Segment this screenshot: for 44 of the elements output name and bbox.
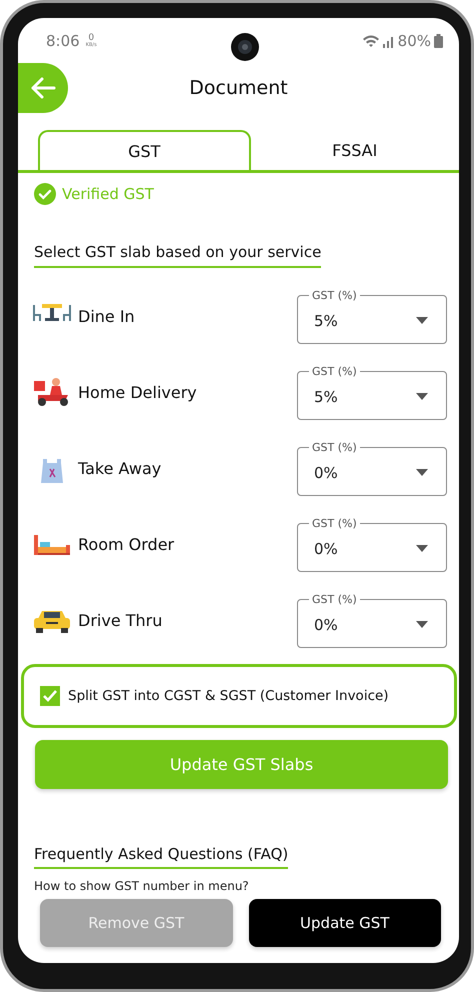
dropdown-label: GST (%) bbox=[311, 440, 358, 454]
dropdown-caret-icon bbox=[416, 393, 428, 400]
back-arrow-icon bbox=[30, 77, 56, 99]
update-button[interactable]: Update GST bbox=[248, 899, 441, 947]
dropdown-label: GST (%) bbox=[311, 288, 358, 302]
dropdown-caret-icon bbox=[416, 545, 428, 552]
service-name: Take Away bbox=[78, 458, 162, 478]
gst-dropdown[interactable]: GST (%) 0% bbox=[297, 440, 447, 496]
checkbox[interactable] bbox=[40, 686, 60, 706]
section-heading: Select GST slab based on your service bbox=[34, 243, 322, 268]
dropdown-value: 5% bbox=[314, 388, 339, 406]
battery-icon bbox=[434, 34, 443, 48]
verified-label: Verified GST bbox=[62, 185, 154, 203]
dropdown-caret-icon bbox=[416, 469, 428, 476]
service-name: Room Order bbox=[78, 534, 176, 554]
dropdown-value: 0% bbox=[314, 464, 339, 482]
gst-dropdown[interactable]: GST (%) 0% bbox=[297, 516, 447, 572]
dropdown-label: GST (%) bbox=[311, 516, 358, 530]
dropdown-label: GST (%) bbox=[311, 364, 358, 378]
battery-level: 80% bbox=[398, 32, 431, 50]
back-button[interactable] bbox=[18, 63, 68, 113]
checkmark-icon bbox=[42, 689, 58, 703]
service-name: Home Delivery bbox=[78, 382, 198, 402]
signal-icon bbox=[382, 34, 395, 48]
status-time: 8:06 bbox=[46, 32, 80, 50]
faq-heading: Frequently Asked Questions (FAQ) bbox=[34, 845, 288, 869]
service-name: Drive Thru bbox=[78, 610, 164, 630]
dropdown-value: 0% bbox=[314, 540, 339, 558]
dropdown-caret-icon bbox=[416, 621, 428, 628]
tab[interactable]: GST bbox=[38, 130, 250, 170]
dropdown-value: 5% bbox=[314, 312, 339, 330]
screen-title: Document bbox=[188, 77, 289, 99]
camera-lens-icon bbox=[230, 32, 260, 62]
gst-dropdown[interactable]: GST (%) 5% bbox=[297, 288, 447, 344]
dropdown-label: GST (%) bbox=[311, 592, 358, 606]
net-speed-value: 0 bbox=[88, 34, 94, 43]
gst-dropdown[interactable]: GST (%) 0% bbox=[297, 592, 447, 648]
faq-question[interactable]: How to show GST number in menu? bbox=[34, 879, 443, 893]
dropdown-value: 0% bbox=[314, 616, 339, 634]
service-name: Dine In bbox=[78, 306, 136, 326]
dropdown-caret-icon bbox=[416, 317, 428, 324]
wifi-icon bbox=[362, 34, 380, 48]
gst-dropdown[interactable]: GST (%) 5% bbox=[297, 364, 447, 420]
option-label: Split GST into CGST & SGST (Customer Invoice) bbox=[68, 688, 389, 704]
